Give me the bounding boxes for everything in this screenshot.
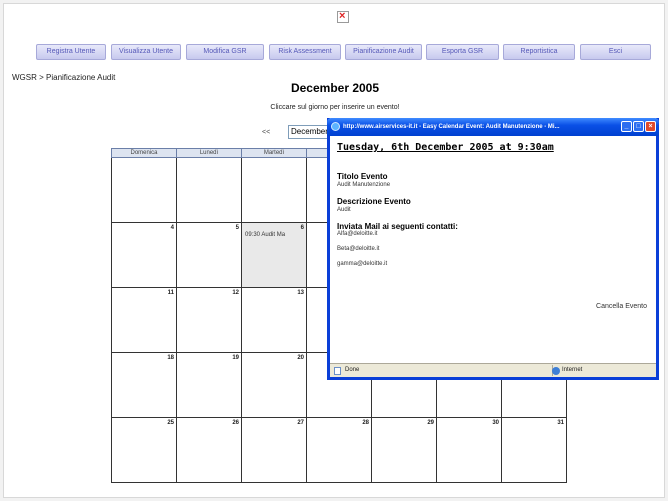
day-cell[interactable] [111,157,177,223]
calendar-event[interactable]: 09:30 Audit Ma [245,232,285,238]
event-description-label: Descrizione Evento [337,197,411,206]
day-number: 12 [232,290,239,296]
calendar-month-title: December 2005 [290,81,380,95]
day-cell[interactable]: 12 [176,287,242,353]
day-cell[interactable] [241,157,307,223]
day-number: 25 [167,420,174,426]
menu-risk-assessment[interactable]: Risk Assessment [269,44,341,60]
popup-window-title: http://www.airservices-it.it - Easy Cale… [343,124,560,130]
day-number: 31 [557,420,564,426]
day-number: 26 [232,420,239,426]
delete-event-link[interactable]: Cancella Evento [596,303,647,310]
day-number: 5 [235,225,239,231]
day-cell[interactable]: 29 [371,417,437,483]
day-number: 4 [170,225,174,231]
day-cell[interactable]: 25 [111,417,177,483]
maximize-icon[interactable]: □ [633,121,644,132]
page-done-icon [334,367,341,375]
prev-month-link[interactable]: << [262,129,270,136]
day-cell[interactable]: 11 [111,287,177,353]
contact-email: Alfa@deloitte.it [337,231,378,237]
menu-visualizza-utente[interactable]: Visualizza Utente [111,44,181,60]
menu-pianificazione-audit[interactable]: Pianificazione Audit [345,44,422,60]
mail-contacts-label: Inviata Mail ai seguenti contatti: [337,222,458,231]
day-cell[interactable]: 18 [111,352,177,418]
calendar-instruction: Cliccare sul giorno per inserire un even… [270,104,400,111]
menu-esporta-gsr[interactable]: Esporta GSR [426,44,499,60]
day-number: 18 [167,355,174,361]
day-number: 11 [167,290,174,296]
popup-titlebar[interactable]: http://www.airservices-it.it - Easy Cale… [327,118,659,136]
event-datetime-heading: Tuesday, 6th December 2005 at 9:30am [337,142,554,153]
day-cell[interactable] [176,157,242,223]
event-title-label: Titolo Evento [337,172,388,181]
internet-zone-icon [552,367,560,375]
day-number: 13 [297,290,304,296]
event-title-value: Audit Manutenzione [337,182,391,188]
day-cell[interactable]: 20 [241,352,307,418]
close-icon[interactable]: × [645,121,656,132]
event-popup-window: http://www.airservices-it.it - Easy Cale… [327,118,659,380]
menu-registra-utente[interactable]: Registra Utente [36,44,106,60]
popup-statusbar: Done Internet [330,363,656,377]
contact-email: gamma@deloitte.it [337,261,388,267]
day-number: 20 [297,355,304,361]
weekday-header: Martedì [241,148,307,158]
day-cell[interactable]: 28 [306,417,372,483]
menu-esci[interactable]: Esci [580,44,651,60]
weekday-header: Lunedì [176,148,242,158]
event-description-value: Audit [337,207,351,213]
day-number: 30 [492,420,499,426]
broken-image-icon [337,11,349,23]
window-controls: _ □ × [620,121,656,136]
day-cell[interactable]: 26 [176,417,242,483]
day-cell[interactable]: 13 [241,287,307,353]
day-number: 6 [300,225,304,231]
day-number: 19 [232,355,239,361]
day-cell-selected[interactable]: 6 09:30 Audit Ma [241,222,307,288]
minimize-icon[interactable]: _ [621,121,632,132]
day-cell[interactable]: 4 [111,222,177,288]
day-number: 28 [362,420,369,426]
ie-icon [331,122,340,131]
day-number: 29 [427,420,434,426]
day-cell[interactable]: 19 [176,352,242,418]
weekday-header: Domenica [111,148,177,158]
menu-reportistica[interactable]: Reportistica [503,44,575,60]
popup-body: Tuesday, 6th December 2005 at 9:30am Tit… [337,142,652,267]
day-cell[interactable]: 27 [241,417,307,483]
status-zone-text: Internet [562,367,583,373]
day-cell[interactable]: 31 [501,417,567,483]
contact-email: Beta@deloitte.it [337,246,380,252]
day-cell[interactable]: 5 [176,222,242,288]
day-cell[interactable]: 30 [436,417,502,483]
day-number: 27 [297,420,304,426]
menu-modifica-gsr[interactable]: Modifica GSR [186,44,264,60]
status-done-text: Done [345,367,360,373]
